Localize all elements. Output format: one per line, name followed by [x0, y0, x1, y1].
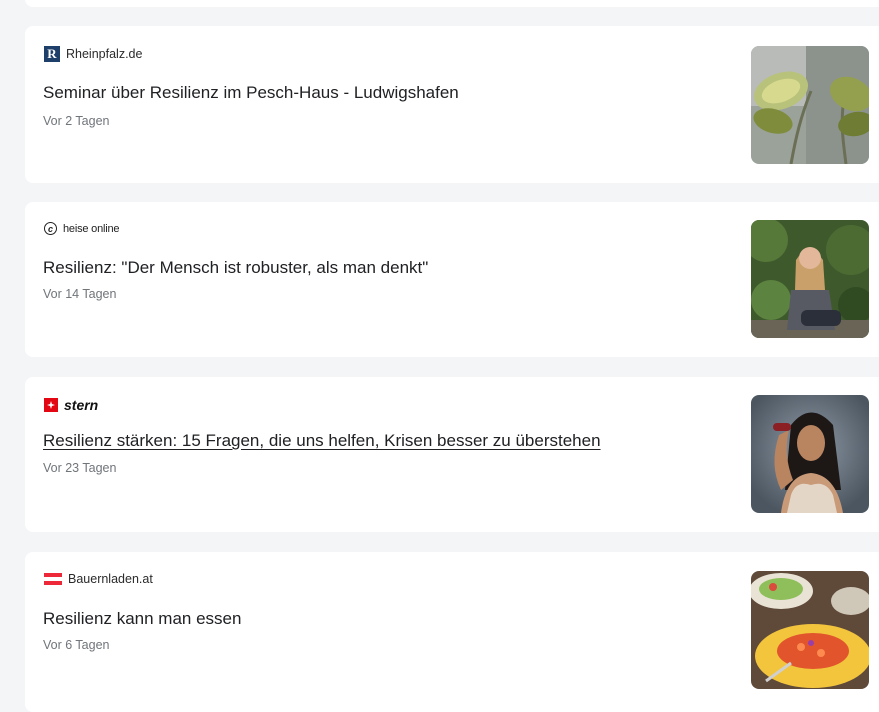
article-time: Vor 14 Tagen [43, 287, 117, 301]
source-name: heise online [63, 222, 120, 235]
source-name: stern [64, 397, 99, 413]
source-row: R Rheinpfalz.de [44, 46, 142, 62]
article-headline[interactable]: Seminar über Resilienz im Pesch-Haus - L… [43, 83, 459, 103]
article-time: Vor 23 Tagen [43, 461, 117, 475]
rheinpfalz-logo-icon: R [44, 46, 60, 62]
plant-leaves-image[interactable] [751, 46, 869, 164]
news-card-rheinpfalz[interactable]: R Rheinpfalz.de Seminar über Resilienz i… [25, 26, 879, 183]
article-time: Vor 6 Tagen [43, 638, 110, 652]
article-time: Vor 2 Tagen [43, 114, 110, 128]
news-card-bauernladen[interactable]: Bauernladen.at Resilienz kann man essen … [25, 552, 879, 712]
source-name: Rheinpfalz.de [66, 47, 143, 61]
woman-sitting-outdoors-image[interactable] [751, 220, 869, 338]
woman-flexing-arm-image[interactable] [751, 395, 869, 513]
food-plate-image[interactable] [751, 571, 869, 689]
article-headline[interactable]: Resilienz: "Der Mensch ist robuster, als… [43, 258, 428, 278]
heise-logo-icon: c [44, 222, 57, 235]
news-card-heise[interactable]: c heise online Resilienz: "Der Mensch is… [25, 202, 879, 357]
source-row: stern [44, 397, 98, 413]
news-card-stern[interactable]: stern Resilienz stärken: 15 Fragen, die … [25, 377, 879, 532]
source-row: Bauernladen.at [44, 572, 153, 586]
article-headline[interactable]: Resilienz stärken: 15 Fragen, die uns he… [43, 431, 601, 451]
previous-card-remnant [25, 0, 879, 7]
austria-flag-icon [44, 573, 62, 585]
source-row: c heise online [44, 222, 120, 235]
article-headline[interactable]: Resilienz kann man essen [43, 609, 241, 629]
stern-logo-icon [44, 398, 58, 412]
source-name: Bauernladen.at [68, 572, 153, 586]
